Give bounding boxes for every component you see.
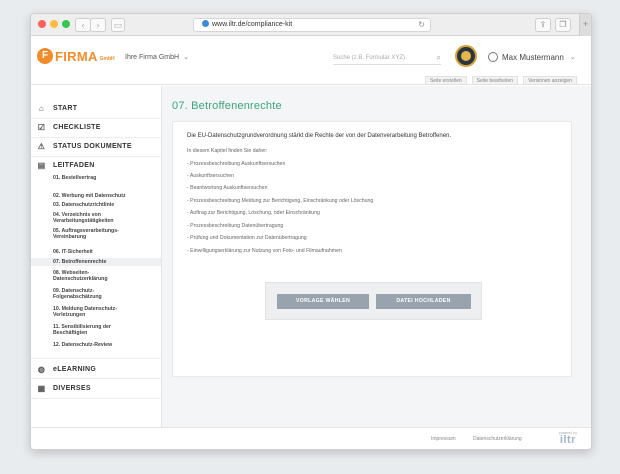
firma-logo[interactable]: F FIRMA GmbH (37, 48, 115, 64)
list-item: - Prozessbeschreibung Meldung zur Berich… (187, 198, 374, 204)
datenschutz-link[interactable]: Datenschutzerklärung (473, 436, 522, 442)
iltr-brand-text: iltr (559, 434, 576, 446)
nav-leitfaden-label: LEITFADEN (53, 162, 95, 169)
nav-checkliste-label: CHECKLISTE (53, 124, 101, 131)
lead-text: Die EU-Datenschutzgrundverordnung stärkt… (187, 133, 452, 139)
nav-start[interactable]: ⌂ START (37, 104, 77, 113)
chapter-10[interactable]: 10. Meldung Datenschutz- Verletzungen (53, 306, 117, 318)
chapter-02[interactable]: 02. Werbung mit Datenschutz (53, 193, 126, 199)
chapter-08[interactable]: 08. Webseiten- Datenschutzerklärung (53, 270, 107, 282)
chapter-04[interactable]: 04. Verzeichnis von Verarbeitungstätigke… (53, 212, 114, 224)
user-name: Max Mustermann (502, 52, 564, 62)
list-item: - Prüfung und Dokumentation zur Datenübe… (187, 235, 307, 241)
nav-elearning-label: eLEARNING (53, 366, 97, 373)
minimize-window-button[interactable] (50, 20, 58, 28)
browser-window: ‹ › ▭ www.iltr.de/compliance-kit ↻ ⇪ ❐ +… (30, 13, 592, 450)
nav-start-label: START (53, 105, 78, 112)
chapter-06[interactable]: 06. IT-Sicherheit (53, 249, 93, 255)
iltr-logo[interactable]: powered by iltr (559, 431, 577, 446)
list-item: - Beantwortung Auskunftsersuchen (187, 185, 268, 191)
choose-template-button[interactable]: VORLAGE WÄHLEN (277, 294, 369, 309)
share-icon[interactable]: ⇪ (535, 18, 551, 32)
nav-checkliste[interactable]: ☑ CHECKLISTE (37, 123, 101, 132)
nav-status-dokumente[interactable]: ⚠ STATUS DOKUMENTE (37, 142, 132, 151)
list-item: - Auftrag zur Berichtigung, Löschung, od… (187, 210, 320, 216)
certification-badge-icon (455, 45, 477, 67)
nav-status-label: STATUS DOKUMENTE (53, 143, 132, 150)
nav-diverses-label: DIVERSES (53, 385, 91, 392)
intro-text: In diesem Kapitel finden Sie daher: (187, 148, 268, 154)
page-toolbar: Seite erstellen Seite bearbeiten Version… (424, 76, 577, 85)
list-item: - Prozessbeschreibung Auskunftsersuchen (187, 161, 286, 167)
edit-page-button[interactable]: Seite bearbeiten (471, 76, 519, 85)
chapter-01[interactable]: 01. Bestellvertrag (53, 175, 96, 181)
tabs-icon[interactable]: ❐ (555, 18, 571, 32)
nav-leitfaden[interactable]: ▤ LEITFADEN (37, 161, 95, 170)
page-title: 07. Betroffenenrechte (172, 100, 282, 112)
maximize-window-button[interactable] (62, 20, 70, 28)
lightbulb-icon: ◍ (37, 365, 46, 374)
content-card: Die EU-Datenschutzgrundverordnung stärkt… (172, 121, 572, 377)
create-page-button[interactable]: Seite erstellen (424, 76, 467, 85)
close-window-button[interactable] (38, 20, 46, 28)
logo-subtext: GmbH (99, 55, 115, 62)
search-placeholder: Suche (z.B. Formular XYZ) (333, 55, 406, 61)
footer: Impressum Datenschutzerklärung powered b… (31, 427, 591, 449)
home-icon: ⌂ (38, 104, 45, 113)
chapter-12[interactable]: 12. Datenschutz-Review (53, 342, 112, 348)
chapter-09[interactable]: 09. Datenschutz- Folgenabschätzung (53, 288, 102, 300)
address-bar[interactable]: www.iltr.de/compliance-kit ↻ (193, 18, 431, 32)
main-content: 07. Betroffenenrechte Die EU-Datenschutz… (162, 86, 591, 427)
list-item: - Einwilligungserklärung zur Nutzung von… (187, 248, 342, 254)
chevron-down-icon: ⌄ (569, 54, 576, 61)
logo-mark: F (37, 48, 53, 64)
user-menu[interactable]: Max Mustermann ⌄ (488, 52, 576, 62)
chapter-05[interactable]: 05. Auftragsverarbeitungs- Vereinbarung (53, 228, 119, 240)
show-versions-button[interactable]: Versionen anzeigen (523, 76, 577, 85)
chapter-07[interactable]: 07. Betroffenenrechte (31, 258, 161, 266)
action-box: VORLAGE WÄHLEN DATEI HOCHLADEN (265, 282, 482, 320)
grid-icon: ▦ (37, 384, 46, 393)
nav-diverses[interactable]: ▦ DIVERSES (37, 384, 91, 393)
company-name: Ihre Firma GmbH (125, 54, 180, 61)
sidebar: ⌂ START ☑ CHECKLISTE ⚠ STATUS DOKUMENTE ▤ LE… (31, 86, 162, 427)
checkbox-icon: ☑ (37, 123, 46, 132)
reload-icon[interactable]: ↻ (418, 19, 425, 31)
list-item: - Auskunftsersuchen (187, 173, 235, 179)
sidebar-toggle-icon[interactable]: ▭ (111, 18, 125, 32)
globe-icon (202, 20, 209, 27)
forward-icon[interactable]: › (90, 18, 106, 32)
user-avatar-icon (488, 52, 498, 62)
new-tab-button[interactable]: + (579, 14, 591, 36)
warning-icon: ⚠ (37, 142, 46, 151)
company-selector[interactable]: Ihre Firma GmbH ⌄ (125, 53, 189, 61)
chapter-11[interactable]: 11. Sensibilisierung der Beschäftigten (53, 324, 111, 336)
back-icon[interactable]: ‹ (75, 18, 91, 32)
nav-elearning[interactable]: ◍ eLEARNING (37, 365, 96, 374)
book-icon: ▤ (37, 161, 46, 170)
search-icon[interactable]: ⌕ (437, 51, 441, 65)
chevron-down-icon: ⌄ (183, 54, 189, 61)
chapter-03[interactable]: 03. Datenschutzrichtlinie (53, 202, 114, 208)
upload-file-button[interactable]: DATEI HOCHLADEN (376, 294, 471, 309)
logo-text: FIRMA (55, 48, 98, 64)
list-item: - Prozessbeschreibung Datenübertragung (187, 223, 284, 229)
search-input[interactable]: Suche (z.B. Formular XYZ) ⌕ (333, 51, 441, 65)
browser-chrome: ‹ › ▭ www.iltr.de/compliance-kit ↻ ⇪ ❐ + (31, 14, 591, 36)
url-text: www.iltr.de/compliance-kit (212, 21, 293, 28)
impressum-link[interactable]: Impressum (431, 436, 456, 442)
